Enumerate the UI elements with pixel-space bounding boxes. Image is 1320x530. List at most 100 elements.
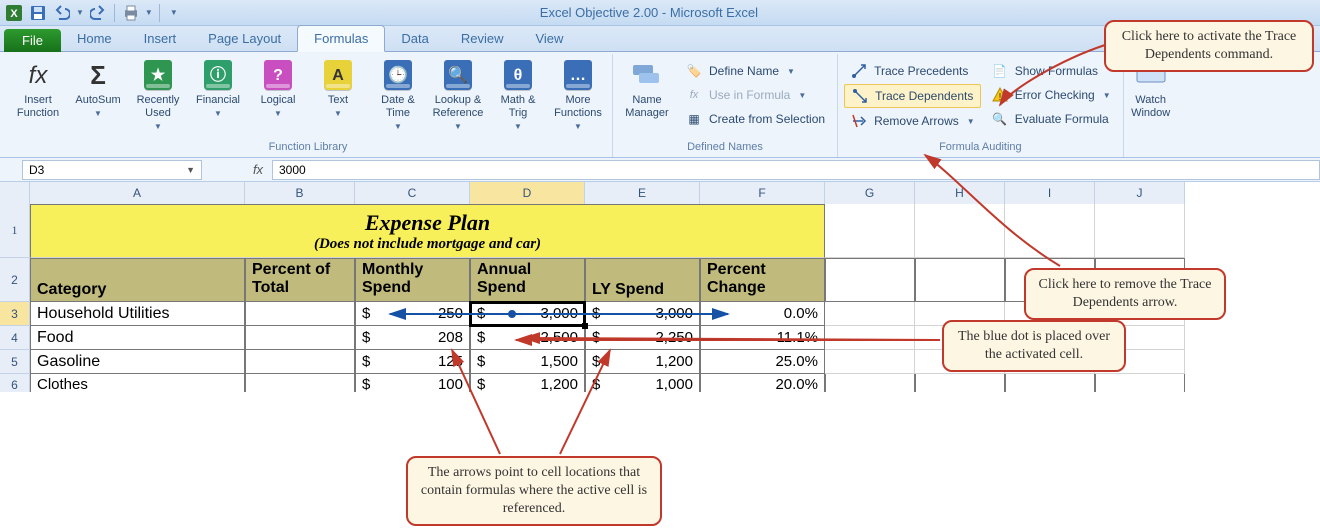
header-percent-total[interactable]: Percent ofTotal (245, 258, 355, 302)
callout-blue-dot: The blue dot is placed over the activate… (942, 320, 1126, 372)
col-header-i[interactable]: I (1005, 182, 1095, 205)
evaluate-formula-button[interactable]: 🔍 Evaluate Formula (985, 108, 1117, 130)
cell-d3[interactable]: $3,000 (470, 302, 585, 326)
cell-f3[interactable]: 0.0% (700, 302, 825, 326)
header-category[interactable]: Category (30, 258, 245, 302)
use-in-formula-button[interactable]: fx Use in Formula▼ (679, 84, 831, 106)
col-header-c[interactable]: C (355, 182, 470, 205)
tab-home[interactable]: Home (61, 26, 128, 51)
create-from-selection-button[interactable]: ▦ Create from Selection (679, 108, 831, 130)
tab-view[interactable]: View (519, 26, 579, 51)
cell-d6[interactable]: $1,200 (470, 374, 585, 392)
qat-customize-icon[interactable]: ▼ (166, 8, 182, 17)
col-header-e[interactable]: E (585, 182, 700, 205)
lookup-reference-button[interactable]: 🔍 Lookup & Reference▼ (430, 56, 486, 135)
col-header-f[interactable]: F (700, 182, 825, 205)
more-functions-button[interactable]: … More Functions▼ (550, 56, 606, 135)
math-trig-button[interactable]: θ Math & Trig▼ (490, 56, 546, 135)
recently-used-button[interactable]: ★ Recently Used▼ (130, 56, 186, 135)
remove-arrows-icon (850, 112, 868, 130)
date-time-button[interactable]: 🕒 Date & Time▼ (370, 56, 426, 135)
formula-input[interactable]: 3000 (272, 160, 1320, 180)
tab-file[interactable]: File (4, 29, 61, 52)
tab-data[interactable]: Data (385, 26, 444, 51)
trace-dependents-icon (851, 87, 869, 105)
cell-a4[interactable]: Food (30, 326, 245, 350)
cell-c6[interactable]: $100 (355, 374, 470, 392)
cell-a5[interactable]: Gasoline (30, 350, 245, 374)
formula-value: 3000 (279, 163, 306, 177)
col-header-h[interactable]: H (915, 182, 1005, 205)
cell-b3[interactable] (245, 302, 355, 326)
cell-a3[interactable]: Household Utilities (30, 302, 245, 326)
cell-f5[interactable]: 25.0% (700, 350, 825, 374)
row-header-6[interactable]: 6 (0, 374, 30, 392)
book-money-icon: ⓘ (201, 58, 235, 92)
warning-icon: ! (991, 86, 1009, 104)
redo-icon[interactable] (88, 3, 108, 23)
save-icon[interactable] (28, 3, 48, 23)
sheet-subtitle: (Does not include mortgage and car) (314, 236, 541, 253)
row-header-3[interactable]: 3 (0, 302, 30, 326)
header-monthly-spend[interactable]: MonthlySpend (355, 258, 470, 302)
callout-remove-arrows: Click here to remove the Trace Dependent… (1024, 268, 1226, 320)
cell-c5[interactable]: $125 (355, 350, 470, 374)
row-header-1[interactable]: 1 (0, 204, 30, 258)
name-box[interactable]: D3 ▼ (22, 160, 202, 180)
select-all-corner[interactable] (0, 182, 30, 205)
col-header-b[interactable]: B (245, 182, 355, 205)
cell-e6[interactable]: $1,000 (585, 374, 700, 392)
tab-page-layout[interactable]: Page Layout (192, 26, 297, 51)
header-percent-change[interactable]: PercentChange (700, 258, 825, 302)
cell-e4[interactable]: $2,250 (585, 326, 700, 350)
dropdown-icon[interactable]: ▼ (186, 165, 195, 175)
trace-dependents-button[interactable]: Trace Dependents (844, 84, 981, 108)
cell-c4[interactable]: $208 (355, 326, 470, 350)
financial-button[interactable]: ⓘ Financial▼ (190, 56, 246, 122)
cell-c3[interactable]: $250 (355, 302, 470, 326)
fx-small-icon: fx (685, 86, 703, 104)
autosum-button[interactable]: Σ AutoSum▼ (70, 56, 126, 122)
row-header-4[interactable]: 4 (0, 326, 30, 350)
print-icon[interactable] (121, 3, 141, 23)
cell-b4[interactable] (245, 326, 355, 350)
logical-button[interactable]: ? Logical▼ (250, 56, 306, 122)
tab-review[interactable]: Review (445, 26, 520, 51)
fx-button[interactable]: fx (244, 162, 272, 177)
cell-b6[interactable] (245, 374, 355, 392)
cell-f4[interactable]: 11.1% (700, 326, 825, 350)
row-header-2[interactable]: 2 (0, 258, 30, 302)
show-formulas-icon: 📄 (991, 62, 1009, 80)
name-manager-button[interactable]: Name Manager (619, 56, 675, 122)
header-ly-spend[interactable]: LY Spend (585, 258, 700, 302)
group-label-defined-names: Defined Names (619, 139, 831, 155)
cell-e3[interactable]: $3,000 (585, 302, 700, 326)
excel-app-icon[interactable]: X (4, 3, 24, 23)
group-label-function-library: Function Library (10, 139, 606, 155)
cell-d5[interactable]: $1,500 (470, 350, 585, 374)
trace-precedents-button[interactable]: Trace Precedents (844, 60, 981, 82)
insert-function-button[interactable]: fx Insert Function (10, 56, 66, 122)
cell-d4[interactable]: $2,500 (470, 326, 585, 350)
define-name-button[interactable]: 🏷️ Define Name▼ (679, 60, 831, 82)
col-header-d[interactable]: D (470, 182, 585, 205)
show-formulas-button[interactable]: 📄 Show Formulas (985, 60, 1117, 82)
magnifier-fx-icon: 🔍 (991, 110, 1009, 128)
header-annual-spend[interactable]: AnnualSpend (470, 258, 585, 302)
tab-formulas[interactable]: Formulas (297, 25, 385, 52)
cell-b5[interactable] (245, 350, 355, 374)
cell-e5[interactable]: $1,200 (585, 350, 700, 374)
col-header-g[interactable]: G (825, 182, 915, 205)
cell-f6[interactable]: 20.0% (700, 374, 825, 392)
title-cell[interactable]: Expense Plan (Does not include mortgage … (30, 204, 825, 258)
text-button[interactable]: A Text▼ (310, 56, 366, 122)
col-header-a[interactable]: A (30, 182, 245, 205)
col-header-j[interactable]: J (1095, 182, 1185, 205)
error-checking-button[interactable]: ! Error Checking▼ (985, 84, 1117, 106)
undo-icon[interactable] (52, 3, 72, 23)
cell-a6[interactable]: Clothes (30, 374, 245, 392)
name-box-value: D3 (29, 163, 44, 177)
tab-insert[interactable]: Insert (128, 26, 193, 51)
remove-arrows-button[interactable]: Remove Arrows▼ (844, 110, 981, 132)
row-header-5[interactable]: 5 (0, 350, 30, 374)
